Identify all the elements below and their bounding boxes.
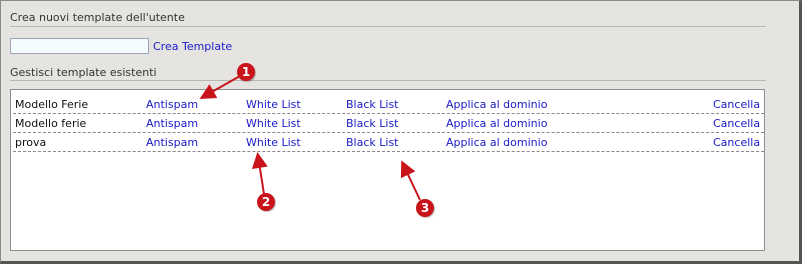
annotation-arrow-3 (400, 160, 421, 201)
annotation-arrows (199, 75, 421, 201)
annotation-marker-1: 1 (237, 63, 255, 81)
annotation-marker-2: 2 (257, 193, 275, 211)
annotation-arrow-1 (199, 75, 241, 99)
annotation-arrow-2 (251, 152, 268, 195)
annotation-marker-3: 3 (416, 199, 434, 217)
